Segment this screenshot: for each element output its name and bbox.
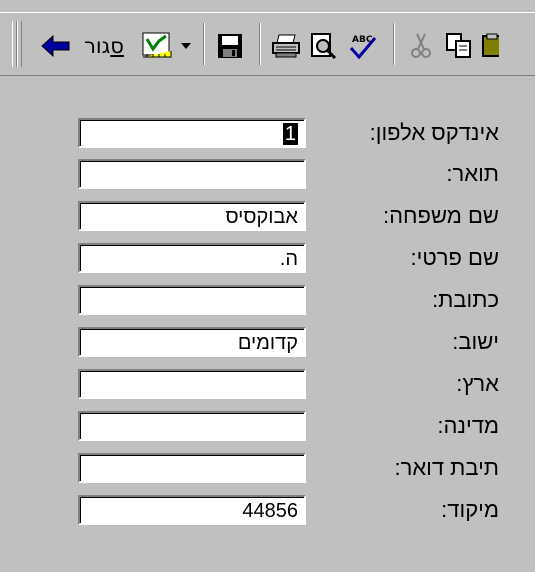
city-label: ישוב: (452, 329, 499, 354)
last-name-field[interactable]: אבוקסיס (78, 201, 306, 231)
chevron-down-icon (181, 43, 191, 49)
paste-icon (482, 33, 499, 57)
toolbar-separator (259, 23, 261, 65)
copy-button[interactable] (441, 31, 477, 61)
index-label: אינדקס אלפון: (369, 120, 499, 145)
toolbar-separator (203, 23, 205, 65)
row-address: כתובת: (0, 285, 535, 317)
address-book-form: 1 אינדקס אלפון: תואר: אבוקסיס שם משפחה: … (0, 75, 535, 572)
scissors-icon (411, 33, 431, 58)
spelling-button[interactable]: ABC (344, 31, 382, 61)
zip-field[interactable]: 44856 (78, 495, 306, 525)
menu-bar-clipped (0, 0, 535, 12)
print-preview-icon (311, 33, 337, 60)
zip-label: מיקוד: (441, 497, 499, 522)
view-dropdown-button[interactable] (178, 31, 194, 61)
last-name-label: שם משפחה: (382, 203, 499, 228)
design-view-button[interactable] (139, 31, 177, 61)
country-field[interactable] (78, 369, 306, 399)
address-field[interactable] (78, 285, 306, 315)
toolbar-grip-2[interactable] (17, 21, 22, 67)
save-button[interactable] (212, 31, 248, 61)
copy-icon (446, 33, 471, 58)
row-city: קדומים ישוב: (0, 327, 535, 359)
state-field[interactable] (78, 411, 306, 441)
design-ruler-icon (142, 32, 172, 58)
printer-icon (272, 34, 300, 58)
title-field[interactable] (78, 159, 306, 189)
back-arrow-button[interactable] (38, 31, 74, 61)
cut-button[interactable] (403, 31, 439, 61)
row-last-name: אבוקסיס שם משפחה: (0, 201, 535, 233)
paste-button[interactable] (479, 31, 535, 61)
title-label: תואר: (446, 161, 499, 186)
row-zip: 44856 מיקוד: (0, 495, 535, 527)
address-label: כתובת: (432, 287, 499, 312)
arrow-left-icon (41, 35, 70, 57)
close-button[interactable]: סגור (76, 31, 132, 61)
toolbar-separator (393, 23, 395, 65)
row-index: 1 אינדקס אלפון: (0, 118, 535, 150)
row-first-name: ה. שם פרטי: (0, 243, 535, 275)
row-po-box: תיבת דואר: (0, 453, 535, 485)
first-name-field[interactable]: ה. (78, 243, 306, 273)
state-label: מדינה: (437, 413, 499, 438)
row-country: ארץ: (0, 369, 535, 401)
spell-check-icon: ABC (349, 35, 377, 60)
row-state: מדינה: (0, 411, 535, 443)
floppy-disk-icon (218, 34, 242, 58)
country-label: ארץ: (456, 371, 499, 396)
po-box-label: תיבת דואר: (394, 455, 499, 480)
row-title: תואר: (0, 159, 535, 191)
index-field[interactable]: 1 (78, 118, 306, 148)
close-label: סגור (84, 34, 124, 58)
city-field[interactable]: קדומים (78, 327, 306, 357)
first-name-label: שם פרטי: (410, 245, 499, 270)
print-button[interactable] (268, 31, 304, 61)
print-preview-button[interactable] (306, 31, 342, 61)
po-box-field[interactable] (78, 453, 306, 483)
toolbar: סגור ABC (0, 12, 535, 76)
